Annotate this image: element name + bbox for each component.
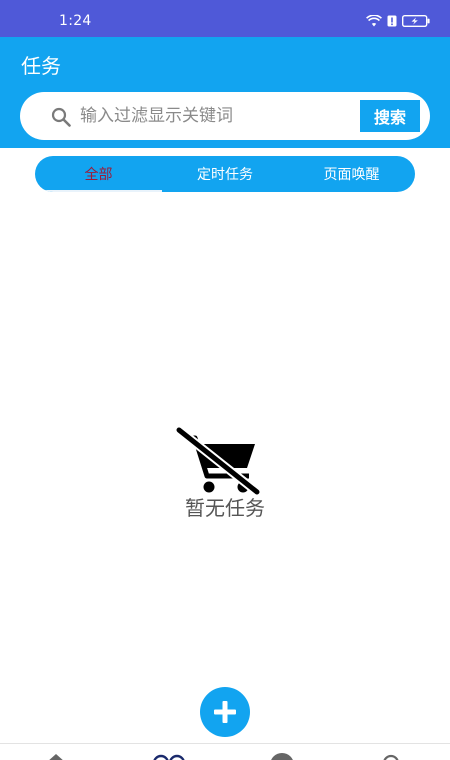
tab-all[interactable]: 全部 bbox=[35, 156, 162, 192]
search-box: 搜索 bbox=[20, 92, 430, 140]
circle-icon[interactable] bbox=[269, 753, 295, 760]
alert-icon bbox=[387, 15, 397, 27]
home-icon[interactable] bbox=[46, 753, 66, 760]
status-time: 1:24 bbox=[59, 13, 92, 29]
app-bar: 任务 搜索 bbox=[0, 37, 450, 148]
status-icons bbox=[366, 12, 430, 30]
search-button[interactable]: 搜索 bbox=[360, 100, 420, 132]
plus-icon bbox=[214, 701, 236, 723]
wifi-icon bbox=[366, 15, 382, 27]
profile-icon[interactable] bbox=[381, 753, 401, 760]
search-input[interactable] bbox=[80, 102, 350, 130]
battery-icon bbox=[402, 15, 430, 27]
status-bar: 1:24 bbox=[0, 0, 450, 37]
tab-bar: 全部 定时任务 页面唤醒 bbox=[35, 156, 415, 192]
remove-shopping-cart-icon bbox=[175, 426, 261, 496]
tab-scheduled-tasks[interactable]: 定时任务 bbox=[162, 156, 288, 192]
bottom-nav bbox=[0, 743, 450, 760]
add-task-button[interactable] bbox=[200, 687, 250, 737]
empty-state-message: 暂无任务 bbox=[185, 496, 265, 520]
active-tab-indicator bbox=[35, 190, 162, 192]
page-title: 任务 bbox=[21, 54, 61, 78]
tab-page-wakeup[interactable]: 页面唤醒 bbox=[288, 156, 415, 192]
tasks-icon[interactable] bbox=[152, 753, 186, 760]
search-icon bbox=[51, 107, 71, 127]
